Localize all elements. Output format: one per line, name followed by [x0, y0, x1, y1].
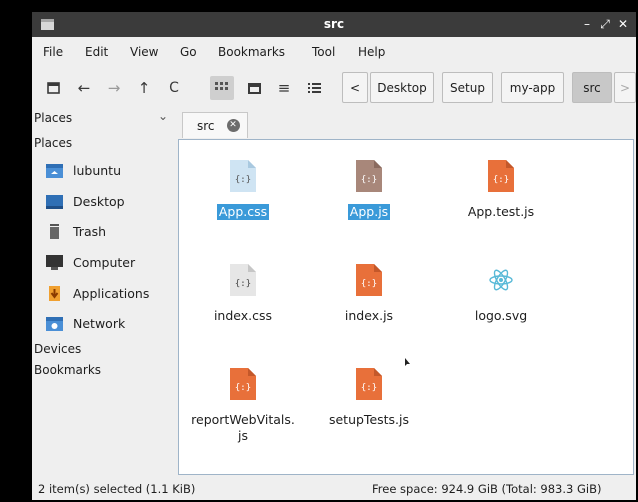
svg-text:{:}: {:} [361, 383, 377, 393]
css-file-icon: {:} [230, 160, 256, 192]
path-segment-my-app[interactable]: my-app [501, 72, 564, 103]
file-name: App.test.js [467, 204, 535, 219]
forward-arrow-icon[interactable]: → [102, 76, 126, 100]
menu-go[interactable]: Go [180, 45, 197, 59]
js-file-icon: {:} [488, 160, 514, 192]
title-bar[interactable]: src – ⤢ ✕ [32, 12, 636, 37]
css-file-icon: {:} [230, 264, 256, 296]
file-item[interactable]: {:} index.css [183, 264, 303, 324]
file-name: logo.svg [474, 308, 528, 323]
window-title: src [323, 17, 345, 31]
toolbar: ← → ↑ C ≡ < Desktop Setup my-app src > [32, 70, 636, 106]
path-segment-desktop[interactable]: Desktop [370, 72, 434, 103]
sidebar-item-label: Trash [73, 223, 107, 239]
react-svg-icon [488, 264, 514, 296]
file-name: App.js [347, 204, 391, 220]
file-name: reportWebVitals. js [191, 412, 295, 443]
sidebar-item-label: Computer [73, 254, 136, 270]
path-segment-src[interactable]: src [572, 72, 612, 103]
sidebar-item-label: lubuntu [73, 162, 121, 178]
svg-text:{:}: {:} [235, 279, 251, 289]
file-item[interactable]: {:} App.css [183, 160, 303, 220]
file-name: setupTests.js [328, 412, 410, 427]
js-file-icon: {:} [356, 368, 382, 400]
computer-icon [46, 254, 63, 270]
thumbnail-view-icon[interactable] [242, 76, 266, 100]
file-name: App.css [216, 204, 270, 220]
side-section-devices[interactable]: Devices [34, 342, 81, 356]
path-scroll-right-button[interactable]: > [614, 72, 636, 103]
sidebar-item-lubuntu[interactable]: lubuntu [46, 159, 172, 181]
home-folder-icon [46, 163, 63, 178]
tab-label: src [197, 118, 215, 133]
file-manager-window: src – ⤢ ✕ File Edit View Go Bookmarks To… [32, 12, 636, 500]
js-file-icon: {:} [356, 264, 382, 296]
file-item[interactable]: {:} reportWebVitals. js [183, 368, 303, 444]
menu-bookmarks[interactable]: Bookmarks [218, 45, 285, 59]
js-file-icon: {:} [356, 160, 382, 192]
mouse-cursor-icon [405, 356, 411, 370]
status-bar: 2 item(s) selected (1.1 KiB) Free space:… [32, 478, 636, 500]
path-scroll-left-button[interactable]: < [342, 72, 368, 103]
menu-bar: File Edit View Go Bookmarks Tool Help [32, 37, 636, 67]
svg-text:{:}: {:} [235, 175, 251, 185]
sidebar-item-network[interactable]: Network [46, 312, 172, 334]
menu-file[interactable]: File [43, 45, 63, 59]
sidebar-item-label: Desktop [73, 193, 125, 209]
maximize-icon[interactable]: ⤢ [596, 15, 614, 33]
file-item[interactable]: logo.svg [441, 264, 561, 324]
file-item[interactable]: {:} App.js [309, 160, 429, 220]
menu-view[interactable]: View [130, 45, 158, 59]
tab-src[interactable]: src ✕ [182, 112, 248, 138]
applications-icon [46, 285, 63, 301]
svg-text:{:}: {:} [235, 383, 251, 393]
close-tab-icon[interactable]: ✕ [226, 119, 240, 132]
trash-icon [46, 223, 63, 239]
file-item[interactable]: {:} setupTests.js [309, 368, 429, 428]
tab-bar: src ✕ [178, 110, 636, 138]
menu-help[interactable]: Help [358, 45, 385, 59]
free-space-status: Free space: 924.9 GiB (Total: 983.3 GiB) [372, 482, 602, 496]
chevron-down-icon: ⌄ [158, 109, 169, 123]
minimize-icon[interactable]: – [578, 15, 596, 33]
compact-view-icon[interactable]: ≡ [272, 76, 296, 100]
file-item[interactable]: {:} App.test.js [441, 160, 561, 220]
menu-tool[interactable]: Tool [312, 45, 335, 59]
menu-edit[interactable]: Edit [85, 45, 108, 59]
sidebar-item-label: Network [73, 315, 126, 331]
selection-status: 2 item(s) selected (1.1 KiB) [38, 482, 196, 496]
js-file-icon: {:} [230, 368, 256, 400]
side-pane-mode-label: Places [34, 111, 73, 125]
sidebar-item-applications[interactable]: Applications [46, 282, 172, 304]
side-section-bookmarks[interactable]: Bookmarks [34, 363, 101, 377]
detailed-list-view-icon[interactable] [302, 76, 326, 100]
sidebar-item-desktop[interactable]: Desktop [46, 190, 172, 212]
sidebar-item-trash[interactable]: Trash [46, 220, 172, 242]
path-segment-setup[interactable]: Setup [442, 72, 493, 103]
new-window-icon[interactable] [42, 76, 66, 100]
icon-view-icon[interactable] [210, 76, 234, 100]
side-section-places[interactable]: Places [34, 136, 72, 150]
network-icon [46, 316, 63, 331]
desktop-icon [46, 194, 63, 209]
reload-icon[interactable]: C [162, 76, 186, 100]
svg-text:{:}: {:} [361, 279, 377, 289]
file-view[interactable]: {:} App.css {:} App.js {:} App.test.js {… [178, 139, 634, 475]
svg-text:{:}: {:} [361, 175, 377, 185]
close-icon[interactable]: ✕ [614, 15, 632, 33]
svg-text:{:}: {:} [493, 175, 509, 185]
side-pane-mode-select[interactable]: Places ⌄ [32, 108, 174, 130]
file-name: index.js [344, 308, 394, 323]
up-arrow-icon[interactable]: ↑ [132, 76, 156, 100]
sidebar-item-label: Applications [73, 285, 150, 301]
sidebar-item-computer[interactable]: Computer [46, 251, 172, 273]
back-arrow-icon[interactable]: ← [72, 76, 96, 100]
file-name: index.css [213, 308, 273, 323]
file-item[interactable]: {:} index.js [309, 264, 429, 324]
